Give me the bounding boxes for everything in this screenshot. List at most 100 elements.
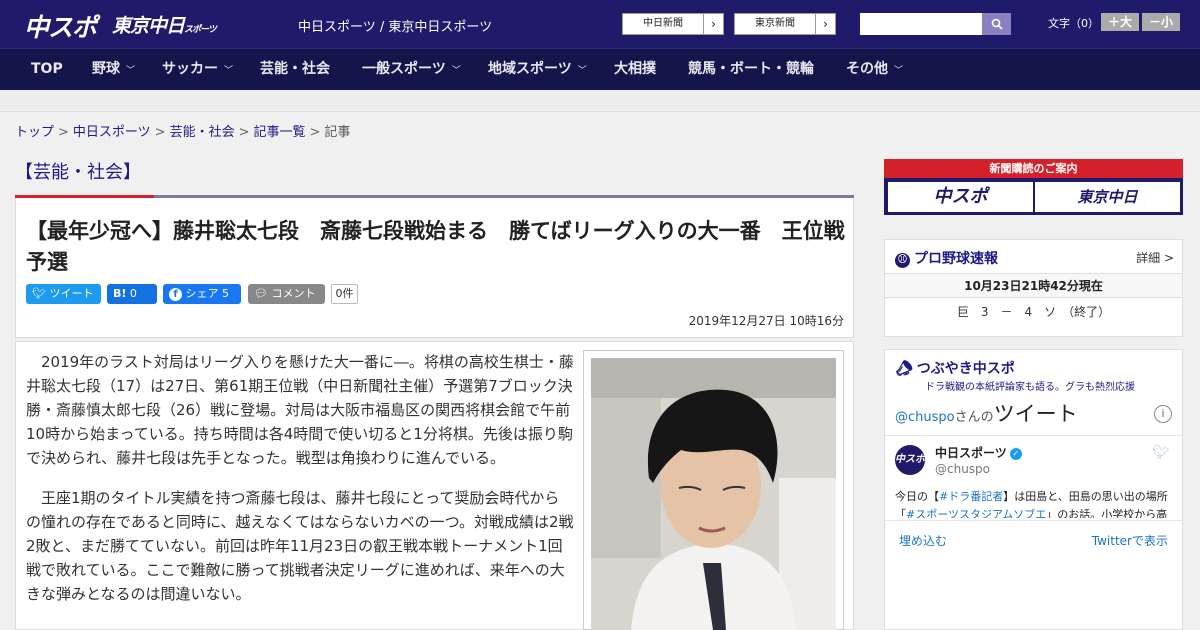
article-body: 2019年のラスト対局はリーグ入りを懸けた大一番に―。将棋の高校生棋士・藤井聡太…: [26, 350, 574, 622]
hashtag-link[interactable]: #ドラ番記者: [939, 490, 1003, 503]
tweet-account-handle[interactable]: @chuspo: [935, 462, 990, 476]
baseball-icon: ⚾︎: [895, 253, 910, 268]
article-paragraph: 王座1期のタイトル実績を持つ斎藤七段は、藤井七段にとって奨励会時代からの憧れの存…: [26, 489, 574, 603]
baseball-updated-time: 10月23日21時42分現在: [885, 273, 1182, 298]
nav-item-top[interactable]: TOP: [31, 49, 63, 91]
baseball-detail-link[interactable]: 詳細 >: [1136, 249, 1174, 266]
tokyo-shimbun-label: 東京新聞: [755, 18, 795, 29]
tweet-button[interactable]: 🐦︎ ツイート: [26, 284, 101, 304]
breadcrumb-separator: >: [58, 125, 69, 140]
nav-item-baseball[interactable]: 野球 ﹀: [92, 49, 135, 91]
tokyo-chunichi-subscribe-button[interactable]: 東京中日: [1035, 182, 1180, 212]
timeline-handle-link[interactable]: @chuspo: [895, 410, 955, 425]
comment-button[interactable]: 💬︎ コメント: [248, 284, 325, 304]
twitter-widget-title: 📣︎ つぶやき中スポ: [892, 358, 1015, 380]
tweet-account-name[interactable]: 中日スポーツ ✓: [935, 444, 1022, 461]
embed-link[interactable]: 埋め込む: [899, 532, 947, 549]
sub-nav-band: [0, 90, 1200, 112]
site-header: 中スポ 東京中日スポーツ 中日スポーツ / 東京中日スポーツ 中日新聞 › 東京…: [0, 0, 1200, 48]
nav-item-label: 競馬・ボート・競輪: [688, 61, 814, 77]
chunichi-shimbun-link[interactable]: 中日新聞 ›: [622, 13, 724, 35]
site-title: 中日スポーツ / 東京中日スポーツ: [298, 20, 493, 35]
tweet-label: ツイート: [49, 287, 94, 300]
category-title: 【芸能・社会】: [15, 162, 141, 183]
article-paragraph: 2019年のラスト対局はリーグ入りを懸けた大一番に―。将棋の高校生棋士・藤井聡太…: [26, 353, 574, 467]
view-on-twitter-link[interactable]: Twitterで表示: [1092, 532, 1168, 549]
hatena-bookmark-icon: B!: [113, 287, 127, 300]
hatena-count: 0: [129, 287, 137, 300]
tokyo-chunichi-logo[interactable]: 東京中日スポーツ: [112, 11, 217, 43]
comment-count: 0件: [331, 284, 358, 304]
subscription-banner-label: 新聞購読のご案内: [884, 159, 1183, 178]
baseball-live-card: ⚾︎ プロ野球速報 詳細 > 10月23日21時42分現在 巨 3 － 4 ソ （…: [884, 239, 1183, 337]
font-smaller-button[interactable]: －小: [1142, 13, 1180, 31]
nav-item-other[interactable]: その他 ﹀: [846, 49, 903, 91]
chevron-down-icon: ﹀: [451, 66, 461, 76]
tweet-account-name-text: 中日スポーツ: [935, 446, 1007, 460]
info-icon[interactable]: i: [1154, 405, 1172, 423]
nav-item-label: その他: [846, 61, 888, 77]
font-larger-button[interactable]: ＋大: [1101, 13, 1139, 31]
nav-item-label: 地域スポーツ: [488, 61, 572, 77]
subscription-banner[interactable]: 新聞購読のご案内 中スポ 東京中日: [884, 159, 1183, 215]
facebook-share-button[interactable]: f シェア 5: [163, 284, 241, 304]
breadcrumb-separator: >: [309, 125, 321, 140]
tokyo-logo-text: 東京中日: [112, 15, 185, 37]
nav-item-general-sports[interactable]: 一般スポーツ ﹀: [362, 49, 461, 91]
twitter-widget-title-text: つぶやき中スポ: [916, 361, 1015, 377]
tokyo-logo-suffix: スポーツ: [184, 25, 217, 35]
nav-item-label: 芸能・社会: [260, 61, 330, 77]
chevron-right-icon: ›: [703, 14, 723, 34]
nav-item-entertainment[interactable]: 芸能・社会: [260, 49, 330, 91]
nav-item-label: サッカー: [162, 61, 218, 77]
megaphone-icon: 📣︎: [892, 358, 915, 380]
baseball-score-row[interactable]: 巨 3 － 4 ソ （終了）: [885, 300, 1182, 324]
tweet-text-segment: 今日の【: [895, 490, 939, 503]
twitter-bird-icon: 🐦︎: [32, 287, 46, 300]
article-date: 2019年12月27日 10時16分: [688, 314, 844, 328]
nav-item-racing[interactable]: 競馬・ボート・競輪: [688, 49, 814, 91]
breadcrumb: トップ > 中日スポーツ > 芸能・社会 > 記事一覧 > 記事: [15, 121, 350, 140]
nav-item-label: 野球: [92, 61, 120, 77]
chuspo-logo[interactable]: 中スポ: [24, 8, 97, 42]
search-icon: [991, 18, 1003, 30]
article-photo[interactable]: [591, 358, 836, 630]
breadcrumb-separator: >: [238, 125, 250, 140]
hatena-bookmark-button[interactable]: B! 0: [107, 284, 157, 304]
timeline-handle-suffix: さんの: [954, 410, 994, 425]
tweet-text: 今日の【#ドラ番記者】は田島と、田島の思い出の場所「#スポーツスタジアムソブエ」…: [895, 488, 1177, 518]
verified-badge-icon: ✓: [1009, 447, 1022, 460]
speech-bubble-icon: 💬︎: [254, 287, 268, 300]
nav-item-label: 一般スポーツ: [362, 61, 446, 77]
tokyo-shimbun-link[interactable]: 東京新聞 ›: [734, 13, 836, 35]
timeline-divider: [885, 435, 1182, 436]
chevron-right-icon: ›: [815, 14, 835, 34]
nav-item-sumo[interactable]: 大相撲: [614, 49, 656, 91]
baseball-live-title: ⚾︎ プロ野球速報: [895, 248, 998, 268]
breadcrumb-chunichi-sports[interactable]: 中日スポーツ: [73, 125, 151, 140]
timeline-heading: ツイート: [993, 402, 1078, 426]
twitter-bird-icon[interactable]: 🐦︎: [1152, 445, 1170, 461]
search-input[interactable]: [860, 13, 982, 35]
timeline-footer: 埋め込む Twitterで表示: [885, 520, 1182, 556]
breadcrumb-current: 記事: [324, 125, 351, 140]
breadcrumb-entertainment[interactable]: 芸能・社会: [170, 125, 235, 140]
comment-label: コメント: [271, 287, 316, 300]
facebook-icon: f: [169, 287, 182, 301]
facebook-share-count: 5: [222, 287, 229, 300]
nav-item-label: 大相撲: [614, 61, 656, 77]
chevron-down-icon: ﹀: [126, 66, 136, 76]
chunichi-shimbun-label: 中日新聞: [643, 18, 683, 29]
hashtag-link[interactable]: #スポーツスタジアムソブエ: [906, 508, 1046, 518]
breadcrumb-article-list[interactable]: 記事一覧: [254, 125, 306, 140]
chevron-down-icon: ﹀: [894, 66, 904, 76]
search-button[interactable]: [982, 13, 1011, 35]
breadcrumb-top[interactable]: トップ: [15, 125, 54, 140]
nav-item-label: TOP: [31, 61, 63, 77]
nav-item-soccer[interactable]: サッカー ﹀: [162, 49, 233, 91]
baseball-live-title-text: プロ野球速報: [914, 251, 998, 267]
nav-item-regional-sports[interactable]: 地域スポーツ ﹀: [488, 49, 587, 91]
chuspo-subscribe-button[interactable]: 中スポ: [888, 182, 1033, 212]
timeline-header: @chuspoさんのツイート: [895, 398, 1078, 428]
avatar[interactable]: 中スポ: [895, 445, 925, 475]
